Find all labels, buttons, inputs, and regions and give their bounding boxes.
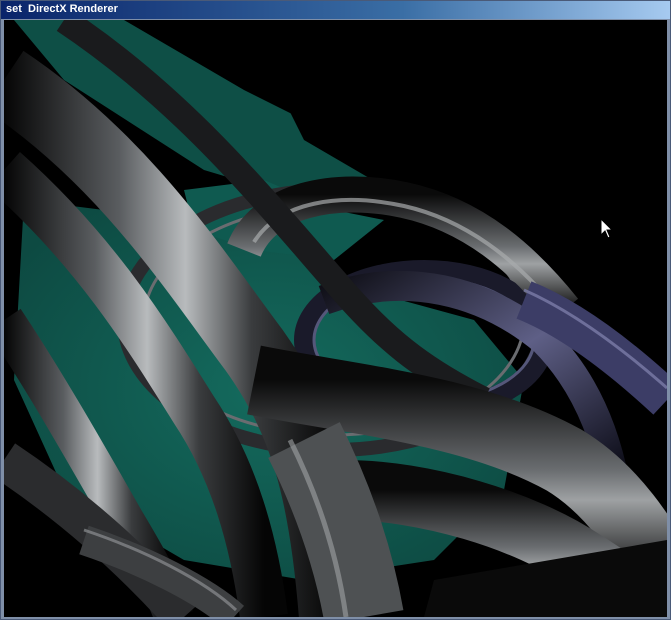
arrow-cursor-icon	[600, 218, 614, 239]
renderer-window: set DirectX Renderer	[0, 0, 671, 620]
title-bar[interactable]: set DirectX Renderer	[1, 1, 670, 19]
render-viewport[interactable]	[4, 20, 667, 617]
rendered-3d-scene	[4, 20, 667, 617]
window-title: set DirectX Renderer	[6, 3, 118, 15]
